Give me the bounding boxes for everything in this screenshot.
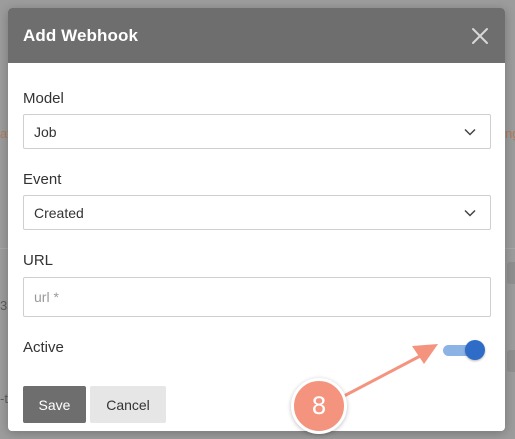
save-button[interactable]: Save <box>23 386 86 423</box>
add-webhook-dialog: Add Webhook Model Job Event Created URL … <box>8 8 505 431</box>
cancel-button[interactable]: Cancel <box>90 386 166 423</box>
event-select-value: Created <box>34 204 84 221</box>
close-icon <box>472 27 488 44</box>
url-label: URL <box>23 252 54 269</box>
chevron-down-icon <box>464 128 476 136</box>
active-toggle[interactable] <box>443 340 485 360</box>
toggle-knob <box>465 340 485 360</box>
background-text-fragment: ng <box>505 126 515 141</box>
model-select-value: Job <box>34 123 57 140</box>
background-text-fragment: -t <box>0 391 8 406</box>
close-button[interactable] <box>469 25 491 47</box>
url-input[interactable] <box>23 277 491 317</box>
model-label: Model <box>23 90 64 107</box>
model-select[interactable]: Job <box>23 114 491 149</box>
dialog-title: Add Webhook <box>23 25 139 45</box>
background-text-fragment: 3 <box>0 298 8 313</box>
dialog-header: Add Webhook <box>8 8 505 63</box>
event-label: Event <box>23 171 62 188</box>
chevron-down-icon <box>464 209 476 217</box>
active-label: Active <box>23 339 64 356</box>
background-badge <box>507 262 515 284</box>
background-badge <box>507 350 515 372</box>
step-number: 8 <box>311 392 327 420</box>
step-number-badge: 8 <box>291 378 347 434</box>
event-select[interactable]: Created <box>23 195 491 230</box>
